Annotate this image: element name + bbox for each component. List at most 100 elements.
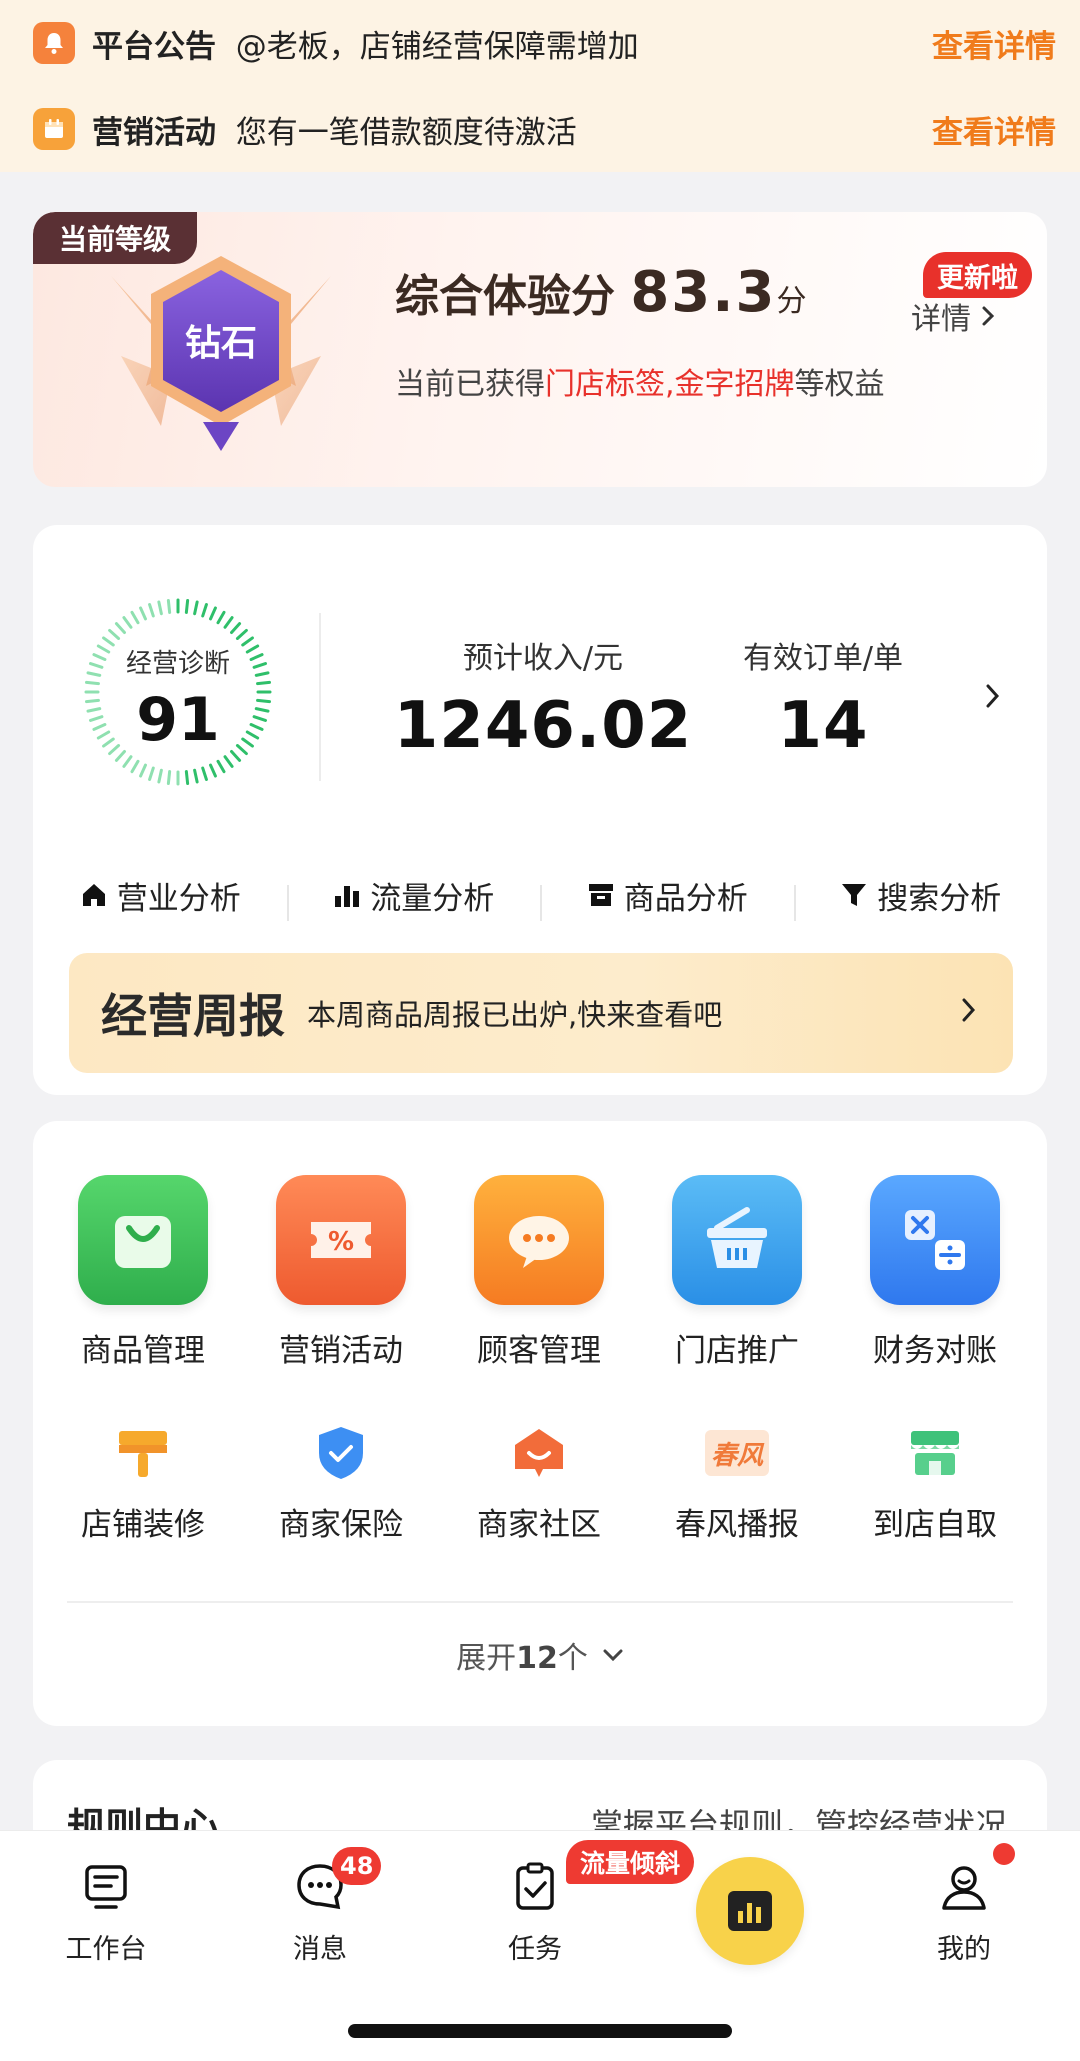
gauge-tick bbox=[216, 610, 226, 625]
notification-dot bbox=[993, 1843, 1015, 1865]
bell-icon bbox=[33, 22, 75, 64]
shield-icon bbox=[309, 1421, 373, 1485]
box-icon bbox=[588, 884, 613, 906]
tab-me[interactable]: 我的 bbox=[894, 1859, 1034, 1966]
gauge-tick bbox=[230, 622, 242, 635]
gauge-tick bbox=[201, 766, 208, 781]
gauge-tick bbox=[201, 603, 208, 618]
gauge-tick bbox=[256, 680, 271, 686]
chevron-right-icon[interactable] bbox=[985, 683, 1001, 709]
clipboard-check-icon bbox=[516, 1862, 554, 1910]
divider bbox=[319, 613, 321, 781]
gauge-tick bbox=[148, 766, 155, 781]
business-stats-card: 经营诊断 91 预计收入/元 1246.02 有效订单/单 14 营业分析 流量… bbox=[33, 525, 1047, 1095]
gauge-tick bbox=[209, 763, 217, 778]
gauge-tick bbox=[166, 599, 172, 614]
gauge-tick bbox=[85, 680, 100, 686]
gauge-tick bbox=[216, 759, 226, 774]
chevron-right-icon bbox=[962, 998, 976, 1022]
weekly-report-text: 本周商品周报已出炉,快来查看吧 bbox=[307, 998, 723, 1032]
spring-news-icon: 春风 bbox=[705, 1421, 769, 1485]
orders-value: 14 bbox=[777, 689, 869, 763]
income-stat[interactable]: 预计收入/元 1246.02 bbox=[373, 633, 713, 763]
bar-chart-icon bbox=[335, 886, 360, 907]
community-icon bbox=[507, 1421, 571, 1485]
paint-brush-icon bbox=[111, 1421, 175, 1485]
level-detail-link[interactable]: 详情 bbox=[911, 294, 995, 338]
traffic-analysis-link[interactable]: 流量分析 bbox=[286, 873, 541, 921]
search-analysis-link[interactable]: 搜索分析 bbox=[793, 873, 1048, 921]
app-merchant-insurance[interactable]: 商家保险 bbox=[261, 1421, 421, 1544]
monitor-icon bbox=[85, 1865, 127, 1909]
diagnosis-score[interactable]: 91 bbox=[83, 685, 273, 755]
level-card[interactable]: 当前等级 钻石 综合体验分 83.3分 更新啦 详情 当前已获得门店标签,金字招… bbox=[33, 212, 1047, 487]
notice-text: 您有一笔借款额度待激活 bbox=[235, 114, 577, 151]
app-store-pickup[interactable]: 到店自取 bbox=[855, 1421, 1015, 1544]
gauge-tick bbox=[235, 628, 248, 640]
weekly-report-banner[interactable]: 经营周报 本周商品周报已出炉,快来查看吧 bbox=[69, 953, 1013, 1073]
notice-detail-link[interactable]: 查看详情 bbox=[932, 21, 1056, 66]
svg-text:%: % bbox=[328, 1227, 354, 1257]
update-badge: 更新啦 bbox=[923, 252, 1032, 298]
notice-marketing[interactable]: 营销活动 您有一笔借款额度待激活 查看详情 bbox=[0, 86, 1080, 172]
app-store-decoration[interactable]: 店铺装修 bbox=[63, 1421, 223, 1544]
notice-bar: 平台公告 @老板，店铺经营保障需增加 查看详情 营销活动 您有一笔借款额度待激活… bbox=[0, 0, 1080, 172]
app-finance-reconciliation[interactable]: 财务对账 bbox=[855, 1175, 1015, 1370]
gauge-tick bbox=[223, 616, 234, 629]
gauge-tick bbox=[184, 599, 190, 614]
notice-platform[interactable]: 平台公告 @老板，店铺经营保障需增加 查看详情 bbox=[0, 0, 1080, 86]
gauge-tick bbox=[122, 755, 133, 768]
calculator-icon bbox=[870, 1175, 1000, 1305]
shopping-bag-icon bbox=[78, 1175, 208, 1305]
level-description: 当前已获得门店标签,金字招牌等权益 bbox=[395, 367, 885, 402]
coupon-icon: % bbox=[276, 1175, 406, 1305]
orders-label: 有效订单/单 bbox=[742, 641, 904, 676]
messages-count-badge: 48 bbox=[332, 1847, 382, 1885]
gauge-tick bbox=[130, 759, 140, 774]
income-value: 1246.02 bbox=[393, 689, 693, 763]
tab-workbench[interactable]: 工作台 bbox=[36, 1859, 176, 1966]
calendar-icon bbox=[33, 108, 75, 150]
diagnosis-label: 经营诊断 bbox=[125, 649, 230, 679]
home-indicator[interactable] bbox=[348, 2024, 732, 2038]
gauge-tick bbox=[193, 768, 199, 784]
gauge-tick bbox=[114, 622, 126, 635]
data-center-button[interactable] bbox=[696, 1857, 804, 1965]
orders-stat[interactable]: 有效订单/单 14 bbox=[713, 633, 933, 763]
expand-more-button[interactable]: 展开12个 bbox=[33, 1633, 1047, 1677]
gauge-tick bbox=[130, 610, 140, 625]
app-spring-broadcast[interactable]: 春风 春风播报 bbox=[657, 1421, 817, 1544]
chat-stars-icon bbox=[474, 1175, 604, 1305]
basket-icon bbox=[672, 1175, 802, 1305]
notice-label: 营销活动 bbox=[92, 114, 216, 151]
gauge-tick bbox=[166, 770, 172, 785]
app-customer-management[interactable]: 顾客管理 bbox=[459, 1175, 619, 1370]
weekly-report-title: 经营周报 bbox=[101, 989, 285, 1043]
gauge-tick bbox=[184, 770, 190, 785]
product-analysis-link[interactable]: 商品分析 bbox=[540, 873, 794, 921]
tab-messages[interactable]: 消息 48 bbox=[250, 1847, 390, 1966]
filter-icon bbox=[842, 884, 867, 906]
home-icon bbox=[82, 884, 105, 906]
app-merchant-community[interactable]: 商家社区 bbox=[459, 1421, 619, 1544]
gauge-tick bbox=[148, 603, 155, 618]
business-analysis-link[interactable]: 营业分析 bbox=[33, 873, 287, 918]
gauge-tick bbox=[193, 600, 199, 616]
app-store-promotion[interactable]: 门店推广 bbox=[657, 1175, 817, 1370]
user-icon bbox=[942, 1866, 986, 1910]
notice-label: 平台公告 bbox=[92, 28, 216, 65]
bar-chart-icon bbox=[728, 1891, 772, 1931]
gauge-tick bbox=[157, 600, 163, 616]
level-tag: 当前等级 bbox=[33, 212, 197, 264]
storefront-icon bbox=[903, 1421, 967, 1485]
tasks-promo-badge: 流量倾斜 bbox=[566, 1840, 695, 1884]
gauge-tick bbox=[209, 606, 217, 621]
app-marketing[interactable]: % 营销活动 bbox=[261, 1175, 421, 1370]
gauge-tick bbox=[223, 755, 234, 768]
experience-score: 综合体验分 83.3分 bbox=[395, 260, 807, 325]
gauge-tick bbox=[139, 606, 147, 621]
badge-text: 钻石 bbox=[184, 323, 257, 364]
divider bbox=[67, 1601, 1013, 1603]
app-product-management[interactable]: 商品管理 bbox=[63, 1175, 223, 1370]
notice-detail-link[interactable]: 查看详情 bbox=[932, 107, 1056, 152]
